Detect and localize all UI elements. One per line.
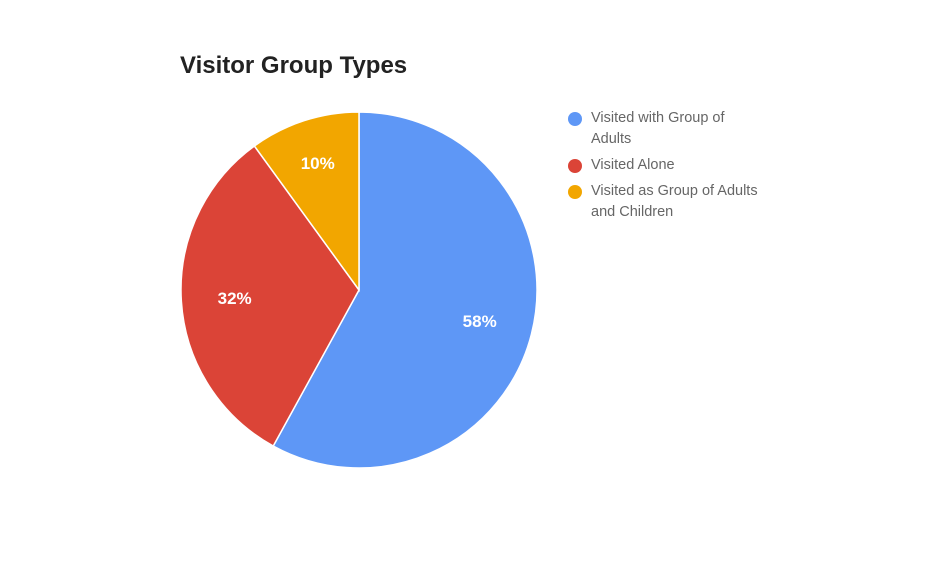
legend-swatch	[568, 112, 582, 126]
legend-swatch	[568, 185, 582, 199]
slice-data-label: 58%	[463, 312, 497, 331]
legend-swatch	[568, 159, 582, 173]
pie-chart: 58% 32% 10%	[180, 111, 538, 469]
legend-label: Visited with Group of Adults	[591, 110, 725, 147]
legend-item[interactable]: Visited as Group of Adults and Children	[568, 183, 768, 223]
legend-label: Visited as Group of Adults and Children	[591, 183, 758, 220]
slice-data-label: 32%	[218, 289, 252, 308]
legend-label: Visited Alone	[591, 157, 675, 173]
slice-data-label: 10%	[301, 154, 335, 173]
legend: Visited with Group of Adults Visited Alo…	[568, 110, 768, 230]
legend-item[interactable]: Visited with Group of Adults	[568, 110, 768, 150]
legend-item[interactable]: Visited Alone	[568, 157, 768, 176]
